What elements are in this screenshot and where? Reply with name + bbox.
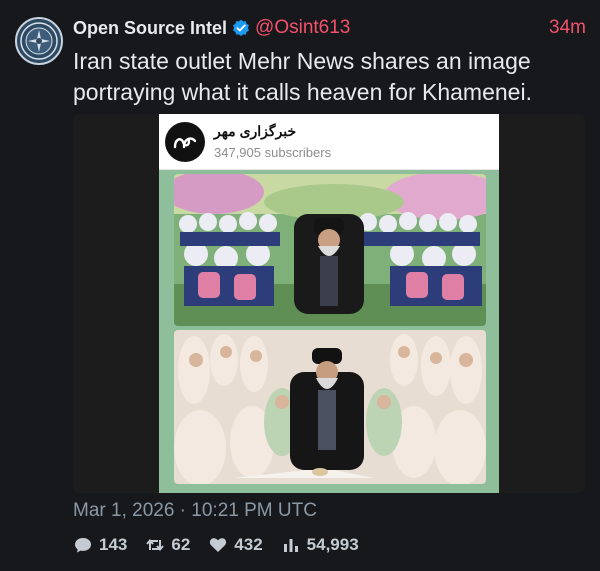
tweet-text: Iran state outlet Mehr News shares an im… [73,48,532,105]
tweet-timestamp[interactable]: Mar 1, 2026 · 10:21 PM UTC [73,500,317,522]
author-name[interactable]: Open Source Intel [73,18,227,39]
repost-button[interactable]: 62 [145,535,190,555]
views-button[interactable]: 54,993 [281,535,359,555]
verified-badge-icon [232,19,250,37]
reply-count: 143 [99,535,128,554]
tweet-header: Open Source Intel @Osint613 34m [73,14,586,42]
osint-seal-icon [17,19,61,63]
telegram-screenshot: خبرگزاری مهر 347,905 subscribers [159,114,499,493]
post-photo-gathering [174,330,486,484]
avatar[interactable] [15,17,63,65]
tweet-media[interactable]: خبرگزاری مهر 347,905 subscribers [73,114,585,493]
tweet-card: Open Source Intel @Osint613 34m Iran sta… [0,0,600,571]
time-ago[interactable]: 34m [549,17,586,39]
post-photo-garden [174,174,486,326]
channel-post [159,170,499,493]
author-handle[interactable]: @Osint613 [255,17,350,39]
reply-icon [73,535,93,555]
channel-header: خبرگزاری مهر 347,905 subscribers [159,114,499,170]
mehr-logo-icon [165,122,205,162]
heart-icon [208,535,228,555]
tweet-actions: 143 62 432 54,993 [73,533,377,557]
views-count: 54,993 [306,535,359,554]
channel-subscribers: 347,905 subscribers [214,145,332,160]
views-chart-icon [281,535,301,555]
like-button[interactable]: 432 [208,535,263,555]
repost-count: 62 [171,535,191,554]
repost-icon [145,535,165,555]
like-count: 432 [234,535,263,554]
channel-name: خبرگزاری مهر [214,123,297,139]
reply-button[interactable]: 143 [73,535,127,555]
